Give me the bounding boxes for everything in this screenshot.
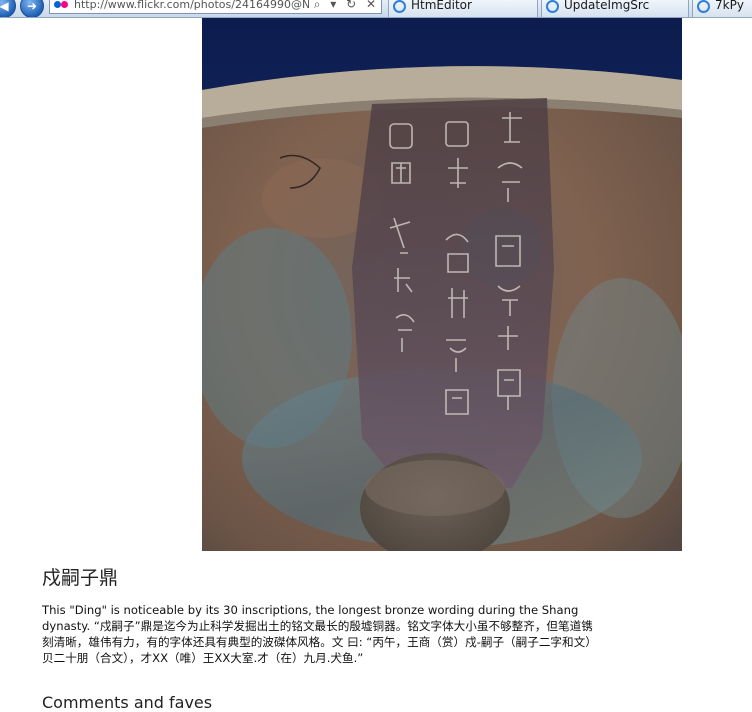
address-bar-icons[interactable]: ⌕ ▾ ↻ ✕ <box>314 0 379 12</box>
address-url[interactable]: http://www.flickr.com/photos/24164990@N0 <box>74 0 309 11</box>
back-button[interactable]: ◀ <box>0 0 16 17</box>
back-arrow-icon: ◀ <box>0 0 9 13</box>
forward-button[interactable]: ➜ <box>20 0 44 17</box>
tab-updateimgsrc[interactable]: UpdateImgSrc <box>541 0 689 17</box>
forward-arrow-icon: ➜ <box>26 0 38 13</box>
flickr-favicon-icon <box>54 1 68 9</box>
photo-description: This "Ding" is noticeable by its 30 insc… <box>42 603 597 665</box>
main-photo[interactable] <box>202 18 682 551</box>
tab-7kpy[interactable]: 7kPy <box>692 0 752 17</box>
ie-icon <box>393 0 406 13</box>
bronze-ding-image <box>202 18 682 551</box>
tab-label: UpdateImgSrc <box>564 0 650 12</box>
comments-heading: Comments and faves <box>42 693 213 712</box>
address-bar[interactable]: http://www.flickr.com/photos/24164990@N0… <box>49 0 382 14</box>
browser-toolbar: ◀ ➜ http://www.flickr.com/photos/2416499… <box>0 0 752 18</box>
tab-label: 7kPy <box>715 0 744 12</box>
tab-htmeditor[interactable]: HtmEditor <box>388 0 538 17</box>
photo-title: 戍嗣子鼎 <box>42 567 119 589</box>
tab-label: HtmEditor <box>411 0 472 12</box>
ie-icon <box>697 0 710 13</box>
ie-icon <box>546 0 559 13</box>
